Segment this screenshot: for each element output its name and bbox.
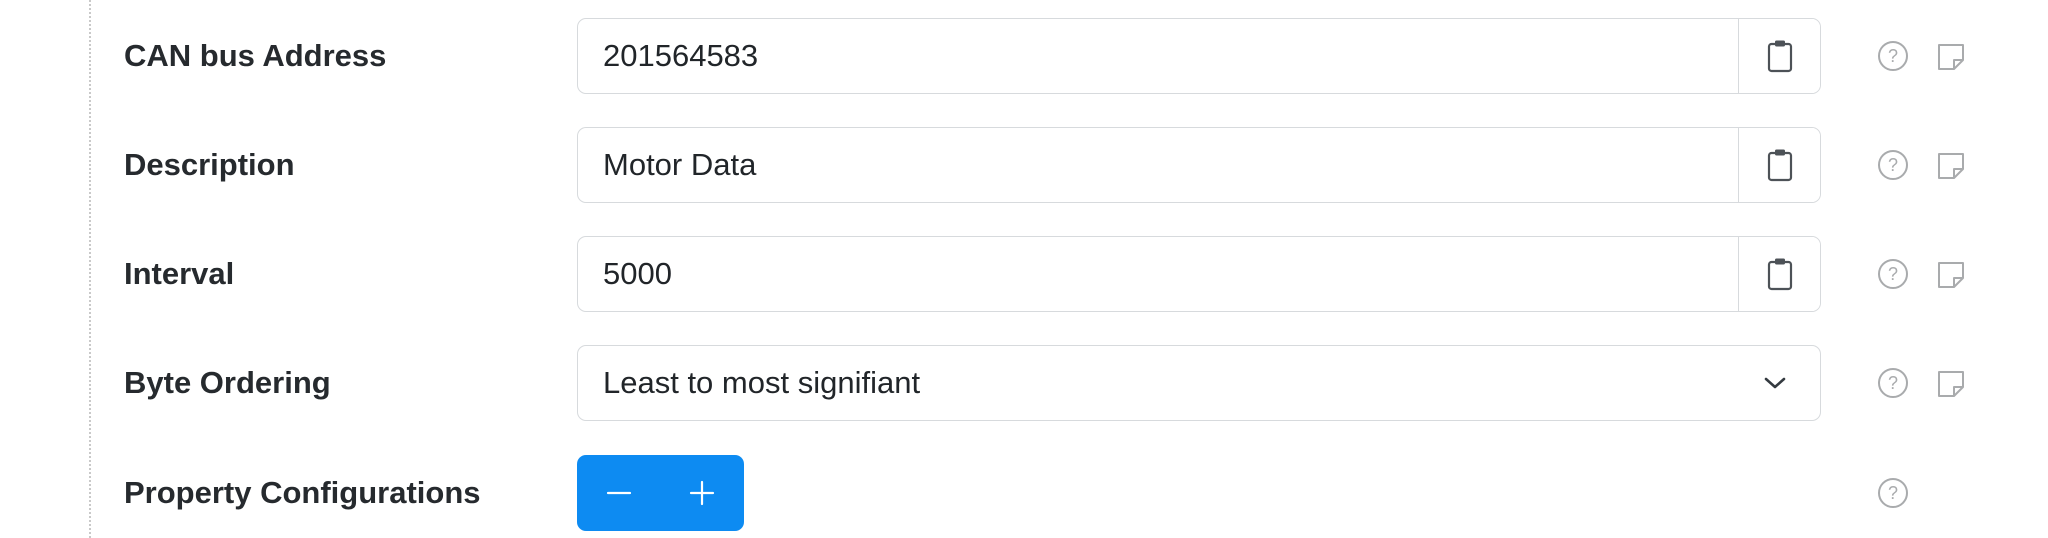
can-bus-address-input[interactable]: 201564583 xyxy=(578,19,1738,93)
form-row-property-configurations: Property Configurations ? xyxy=(0,455,2048,531)
svg-text:?: ? xyxy=(1888,373,1898,393)
description-input-group: Motor Data xyxy=(577,127,1821,203)
property-configurations-stepper xyxy=(577,455,744,531)
clipboard-icon xyxy=(1767,149,1792,182)
sticky-note-icon[interactable] xyxy=(1936,260,1966,290)
plus-icon xyxy=(690,480,715,506)
description-label: Description xyxy=(124,147,295,182)
form-row-interval: Interval 5000 ? xyxy=(0,236,2048,312)
form-row-byte-ordering: Byte Ordering Least to most signifiant ? xyxy=(0,345,2048,421)
remove-configuration-button[interactable] xyxy=(577,455,661,531)
interval-label: Interval xyxy=(124,256,235,291)
help-circle-icon[interactable]: ? xyxy=(1877,149,1909,181)
help-circle-icon[interactable]: ? xyxy=(1877,40,1909,72)
select-toggle[interactable] xyxy=(1730,346,1820,420)
copy-to-clipboard-button[interactable] xyxy=(1738,19,1820,93)
can-bus-address-label: CAN bus Address xyxy=(124,38,387,73)
svg-text:?: ? xyxy=(1888,264,1898,284)
svg-text:?: ? xyxy=(1888,483,1898,503)
byte-ordering-selected-value: Least to most signifiant xyxy=(603,365,921,400)
can-bus-address-input-group: 201564583 xyxy=(577,18,1821,94)
sticky-note-icon[interactable] xyxy=(1936,369,1966,399)
description-input[interactable]: Motor Data xyxy=(578,128,1738,202)
property-configurations-label: Property Configurations xyxy=(124,475,481,510)
svg-text:?: ? xyxy=(1888,46,1898,66)
form-row-description: Description Motor Data ? xyxy=(0,127,2048,203)
copy-to-clipboard-button[interactable] xyxy=(1738,237,1820,311)
clipboard-icon xyxy=(1767,258,1792,291)
svg-text:?: ? xyxy=(1888,155,1898,175)
chevron-down-icon xyxy=(1764,377,1786,389)
help-circle-icon[interactable]: ? xyxy=(1877,477,1909,509)
copy-to-clipboard-button[interactable] xyxy=(1738,128,1820,202)
byte-ordering-label: Byte Ordering xyxy=(124,365,331,400)
sticky-note-icon[interactable] xyxy=(1936,151,1966,181)
byte-ordering-select[interactable]: Least to most signifiant xyxy=(577,345,1821,421)
help-circle-icon[interactable]: ? xyxy=(1877,258,1909,290)
interval-input[interactable]: 5000 xyxy=(578,237,1738,311)
form-row-can-bus-address: CAN bus Address 201564583 ? xyxy=(0,18,2048,94)
add-configuration-button[interactable] xyxy=(661,455,745,531)
configuration-form: CAN bus Address 201564583 ? Description … xyxy=(0,0,2048,538)
sticky-note-icon[interactable] xyxy=(1936,42,1966,72)
help-circle-icon[interactable]: ? xyxy=(1877,367,1909,399)
clipboard-icon xyxy=(1767,40,1792,73)
minus-icon xyxy=(606,491,631,495)
interval-input-group: 5000 xyxy=(577,236,1821,312)
